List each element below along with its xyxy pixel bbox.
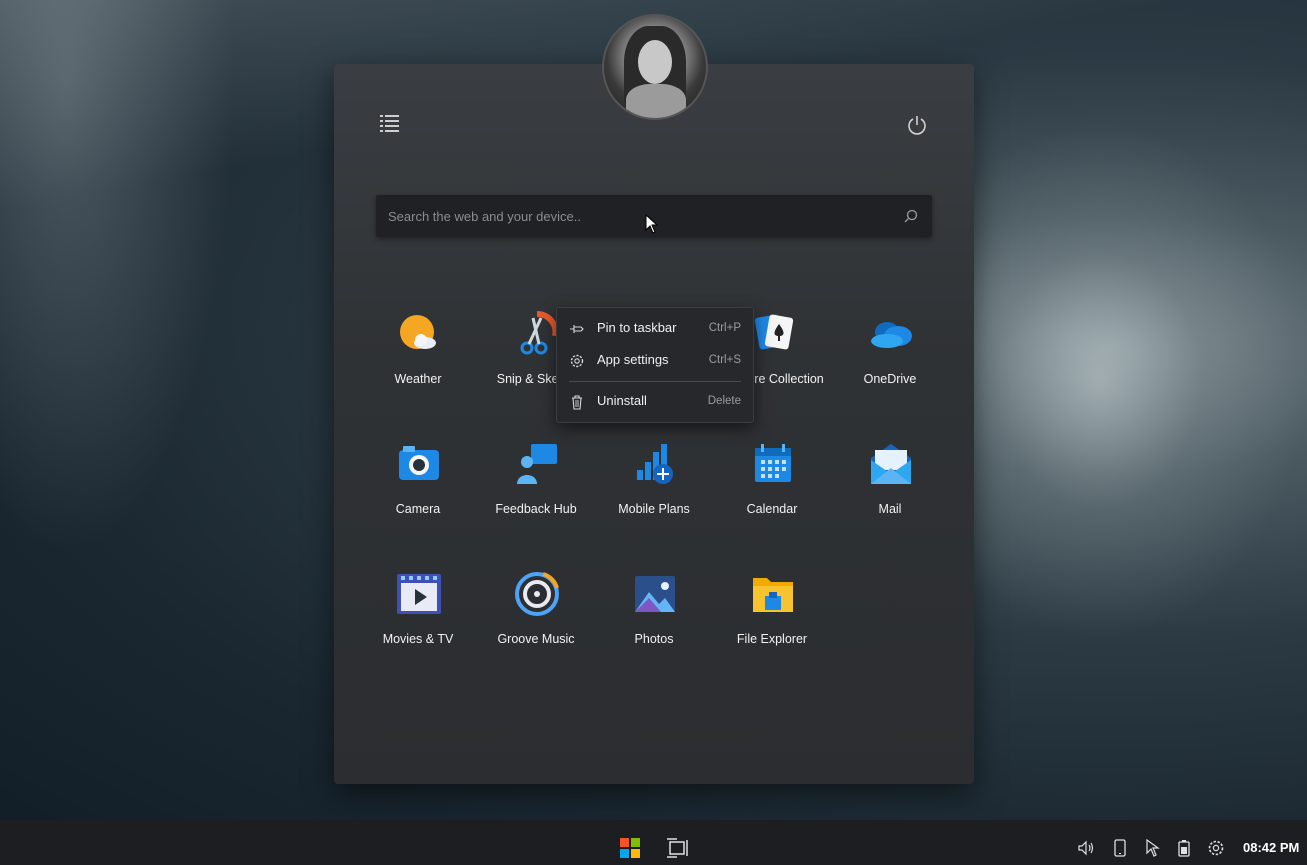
menu-item-uninstall[interactable]: Uninstall Delete [557, 385, 753, 417]
gear-icon [570, 354, 584, 368]
app-tile-mail[interactable]: Mail [831, 440, 949, 550]
menu-item-app-settings[interactable]: App settings Ctrl+S [557, 344, 753, 376]
camera-icon [399, 446, 439, 480]
menu-item-pin-to-taskbar[interactable]: Pin to taskbar Ctrl+P [557, 312, 753, 344]
volume-icon[interactable] [1077, 839, 1095, 857]
feedback-hub-icon [517, 444, 557, 484]
app-tile-feedback-hub[interactable]: Feedback Hub [477, 440, 595, 550]
app-tile-mobile-plans[interactable]: Mobile Plans [595, 440, 713, 550]
app-tile-weather[interactable]: Weather [359, 310, 477, 420]
menu-item-shortcut: Delete [707, 395, 741, 407]
settings-icon[interactable] [1207, 839, 1225, 857]
photos-icon [635, 576, 675, 612]
mouse-cursor-icon [645, 214, 659, 234]
wallpaper-wave-crest [960, 120, 1307, 640]
movies-tv-icon [397, 574, 441, 614]
app-tile-groove-music[interactable]: Groove Music [477, 570, 595, 680]
app-tile-movies-tv[interactable]: Movies & TV [359, 570, 477, 680]
search-icon[interactable] [904, 209, 918, 223]
user-avatar[interactable] [602, 14, 708, 120]
power-icon[interactable] [906, 114, 928, 136]
taskbar: 08:42 PM [0, 820, 1307, 865]
start-button-windows-icon[interactable] [620, 838, 640, 858]
solitaire-icon [754, 314, 794, 350]
battery-icon[interactable] [1175, 839, 1193, 857]
menu-item-label: Uninstall [597, 393, 647, 408]
tablet-icon[interactable] [1111, 839, 1129, 857]
app-context-menu: Pin to taskbar Ctrl+P App settings Ctrl+… [556, 307, 754, 423]
menu-item-label: App settings [597, 352, 669, 367]
app-tile-onedrive[interactable]: OneDrive [831, 310, 949, 420]
app-tile-calendar[interactable]: Calendar [713, 440, 831, 550]
app-label: File Explorer [736, 632, 808, 646]
calendar-icon [755, 444, 791, 482]
search-input[interactable] [376, 195, 876, 237]
app-tile-camera[interactable]: Camera [359, 440, 477, 550]
mobile-plans-icon [637, 444, 673, 484]
mail-icon [871, 444, 911, 484]
pointer-icon[interactable] [1144, 839, 1162, 857]
onedrive-icon [871, 322, 912, 348]
weather-icon [400, 315, 436, 349]
app-tile-photos[interactable]: Photos [595, 570, 713, 680]
all-apps-list-icon[interactable] [380, 114, 400, 132]
groove-music-icon [515, 572, 559, 616]
wallpaper-spray [0, 0, 330, 820]
file-explorer-icon [753, 578, 793, 612]
app-label: OneDrive [863, 372, 917, 386]
app-label: Mail [878, 502, 902, 516]
snip-sketch-icon [520, 311, 559, 355]
pin-icon [570, 325, 584, 333]
menu-separator [569, 381, 741, 382]
app-tile-file-explorer[interactable]: File Explorer [713, 570, 831, 680]
menu-item-shortcut: Ctrl+P [708, 322, 741, 334]
menu-item-label: Pin to taskbar [597, 320, 677, 335]
taskbar-clock[interactable]: 08:42 PM [1243, 840, 1299, 855]
menu-item-shortcut: Ctrl+S [708, 354, 741, 366]
task-view-icon[interactable] [667, 838, 689, 858]
trash-icon [572, 395, 582, 410]
